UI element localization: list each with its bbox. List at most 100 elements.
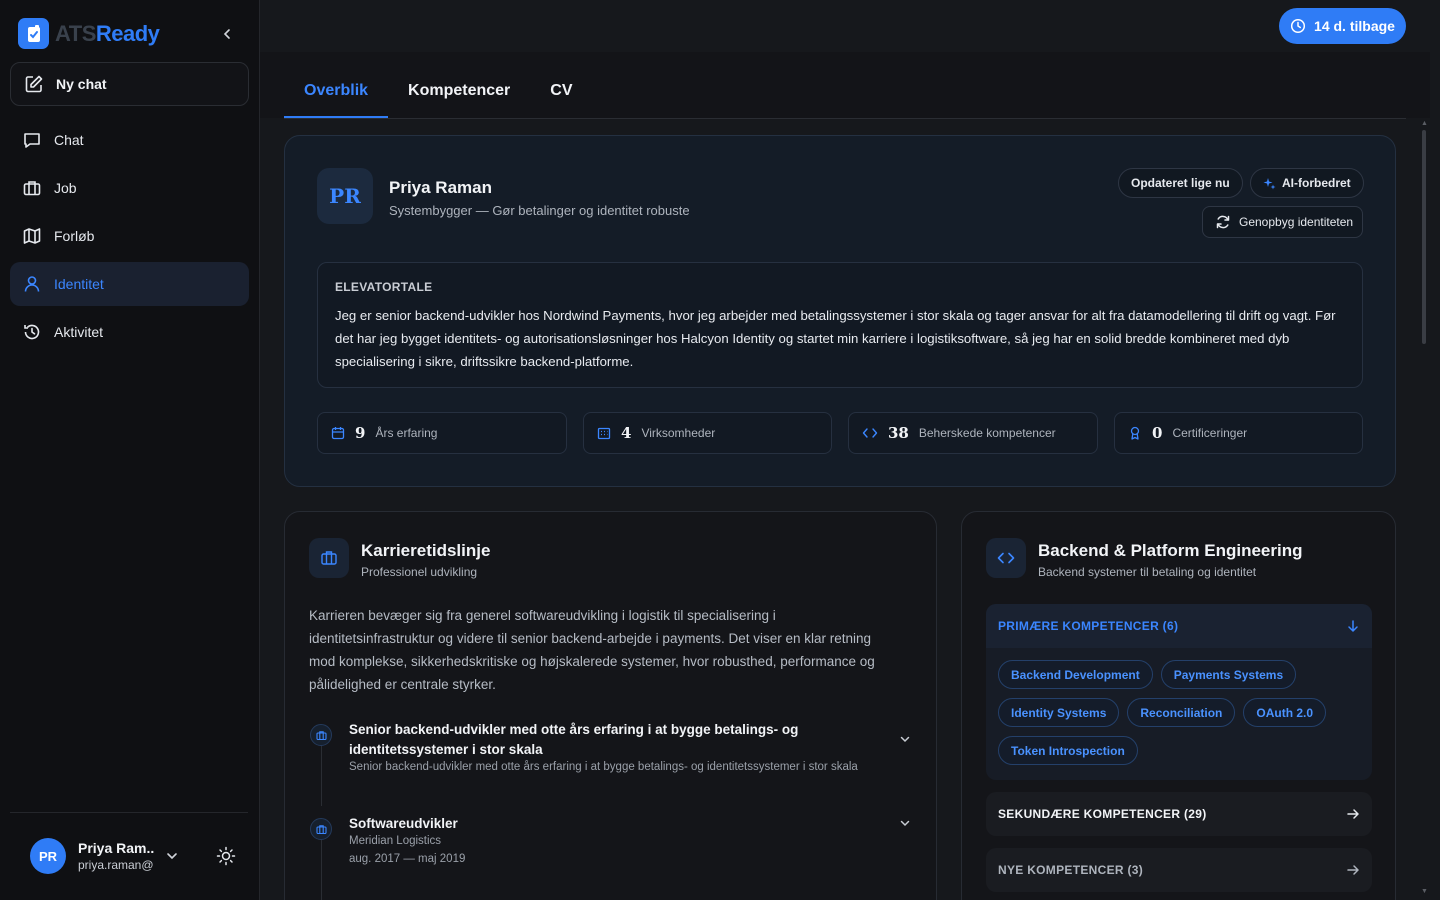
stat-certifications: 0 Certificeringer <box>1114 412 1363 454</box>
user-icon <box>24 276 40 292</box>
new-skills-label: NYE KOMPETENCER (3) <box>998 863 1144 877</box>
sidebar-item-label: Forløb <box>54 228 95 244</box>
arrow-right-icon <box>1347 809 1359 819</box>
skill-chip[interactable]: Reconciliation <box>1127 698 1236 727</box>
stat-skills: 38 Beherskede kompetencer <box>848 412 1098 454</box>
chevron-down-icon <box>167 853 177 860</box>
sun-icon <box>216 846 236 866</box>
profile-name: Priya Raman <box>389 178 492 197</box>
chevron-down-icon[interactable] <box>899 817 911 829</box>
career-subtitle: Professionel udvikling <box>361 565 478 579</box>
logo-icon <box>18 18 49 49</box>
tab-cv[interactable]: CV <box>530 66 592 118</box>
award-icon <box>1130 426 1140 440</box>
skill-chip[interactable]: Backend Development <box>998 660 1153 689</box>
timeline-item-subtitle: Senior backend-udvikler med otte års erf… <box>349 761 858 773</box>
primary-skills-header[interactable]: PRIMÆRE KOMPETENCER (6) <box>986 604 1372 648</box>
stat-label: Års erfaring <box>375 426 438 440</box>
briefcase-icon <box>310 724 332 746</box>
briefcase-icon <box>310 818 332 840</box>
ai-label: AI-forbedret <box>1282 176 1351 190</box>
stat-value: 9 <box>355 424 366 442</box>
sidebar-item-identitet[interactable]: Identitet <box>10 262 249 306</box>
calendar-icon <box>331 427 345 440</box>
logo-text: ATSReady <box>55 20 160 46</box>
stat-companies: 4 Virksomheder <box>583 412 832 454</box>
new-skills-row[interactable]: NYE KOMPETENCER (3) <box>986 848 1372 892</box>
stat-value: 4 <box>621 424 632 442</box>
new-chat-button[interactable]: Ny chat <box>10 62 249 106</box>
sidebar-item-chat[interactable]: Chat <box>10 118 249 162</box>
career-description: Karrieren bevæger sig fra generel softwa… <box>309 608 875 692</box>
primary-skills-chips: Backend Development Payments Systems Ide… <box>998 660 1368 774</box>
sidebar-item-forloeb[interactable]: Forløb <box>10 214 249 258</box>
user-info: Priya Ram... priya.raman@... <box>78 840 154 872</box>
elevator-text: Jeg er senior backend-udvikler hos Nordw… <box>335 308 1336 369</box>
tab-kompetencer[interactable]: Kompetencer <box>388 66 530 118</box>
primary-skills-label: PRIMÆRE KOMPETENCER (6) <box>998 619 1179 633</box>
avatar: PR <box>30 838 66 874</box>
chevron-down-icon[interactable] <box>899 733 911 745</box>
collapse-sidebar-button[interactable] <box>218 25 236 43</box>
elevator-title: ELEVATORTALE <box>335 280 433 294</box>
scrollbar-thumb[interactable] <box>1422 130 1426 344</box>
sidebar-divider <box>10 812 248 813</box>
sparkles-icon <box>1263 177 1276 189</box>
profile-card: PR Priya Raman Systembygger — Gør betali… <box>284 135 1396 487</box>
skill-chip[interactable]: Token Introspection <box>998 736 1138 765</box>
briefcase-icon <box>23 181 41 196</box>
secondary-skills-row[interactable]: SEKUNDÆRE KOMPETENCER (29) <box>986 792 1372 836</box>
new-chat-label: Ny chat <box>56 76 107 92</box>
timeline-item-title: Softwareudvikler <box>349 816 458 831</box>
user-name: Priya Ram... <box>78 840 154 856</box>
timeline-item-title: Senior backend-udvikler med otte års erf… <box>349 722 799 757</box>
chevron-left-icon <box>223 29 230 39</box>
tab-bar: Overblik Kompetencer CV <box>284 66 593 118</box>
timeline-line <box>321 740 322 806</box>
code-icon <box>862 428 878 438</box>
sidebar: ATSReady Ny chat Chat Job Forløb Identit… <box>0 0 260 900</box>
trial-label: 14 d. tilbage <box>1314 18 1395 34</box>
career-title: Karrieretidslinje <box>361 541 491 560</box>
arrow-down-icon <box>1348 620 1358 632</box>
rebuild-label: Genopbyg identiteten <box>1239 215 1354 229</box>
skills-title: Backend & Platform Engineering <box>1038 541 1303 560</box>
scroll-down-arrow[interactable]: ▼ <box>1421 888 1428 895</box>
stat-value: 0 <box>1152 424 1163 442</box>
clock-icon <box>1290 18 1306 34</box>
timeline-line <box>321 834 322 900</box>
tabs-divider <box>284 118 1406 119</box>
briefcase-icon <box>309 538 349 578</box>
rebuild-identity-button[interactable]: Genopbyg identiteten <box>1202 206 1363 238</box>
profile-avatar: PR <box>317 168 373 224</box>
updated-badge: Opdateret lige nu <box>1118 168 1243 198</box>
sidebar-nav: Chat Job Forløb Identitet Aktivitet <box>10 118 249 358</box>
skill-chip[interactable]: OAuth 2.0 <box>1243 698 1327 727</box>
building-icon <box>597 427 611 440</box>
primary-skills-panel: PRIMÆRE KOMPETENCER (6) Backend Developm… <box>986 604 1372 780</box>
logo[interactable]: ATSReady <box>18 18 160 49</box>
career-timeline-card: Karrieretidslinje Professionel udvikling… <box>284 511 937 900</box>
code-icon <box>986 538 1026 578</box>
elevator-pitch: ELEVATORTALE Jeg er senior backend-udvik… <box>317 262 1363 388</box>
scroll-up-arrow[interactable]: ▲ <box>1421 120 1428 127</box>
stat-label: Virksomheder <box>641 426 716 440</box>
history-icon <box>24 324 40 340</box>
trial-remaining-button[interactable]: 14 d. tilbage <box>1279 8 1406 44</box>
user-menu[interactable]: PR Priya Ram... priya.raman@... <box>30 838 177 874</box>
chat-icon <box>24 133 40 148</box>
sidebar-item-label: Job <box>54 180 77 196</box>
user-email: priya.raman@... <box>78 858 154 872</box>
tab-overblik[interactable]: Overblik <box>284 66 389 118</box>
skill-chip[interactable]: Payments Systems <box>1160 660 1297 689</box>
refresh-icon <box>1216 215 1230 229</box>
theme-toggle-button[interactable] <box>216 846 236 871</box>
sidebar-item-job[interactable]: Job <box>10 166 249 210</box>
skill-chip[interactable]: Identity Systems <box>998 698 1120 727</box>
skills-subtitle: Backend systemer til betaling og identit… <box>1038 565 1257 579</box>
stat-label: Beherskede kompetencer <box>918 426 1056 440</box>
timeline-item-company: Meridian Logistics <box>349 835 442 847</box>
stat-years: 9 Års erfaring <box>317 412 567 454</box>
profile-headline: Systembygger — Gør betalinger og identit… <box>389 203 690 218</box>
sidebar-item-aktivitet[interactable]: Aktivitet <box>10 310 249 354</box>
